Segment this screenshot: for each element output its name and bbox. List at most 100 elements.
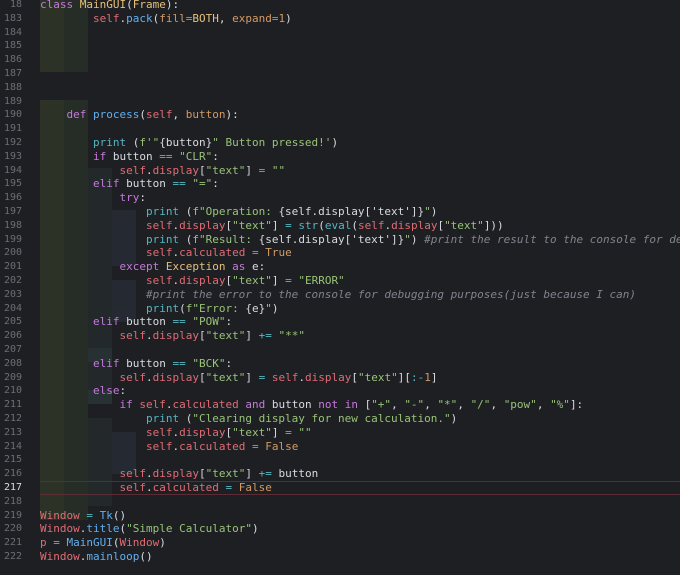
code-text[interactable]: self.display["text"] = self.display["tex… xyxy=(40,371,437,385)
code-line[interactable]: 187 xyxy=(0,67,680,81)
code-line[interactable]: 205 elif button == "POW": xyxy=(0,315,680,329)
code-line[interactable]: 208 elif button == "BCK": xyxy=(0,357,680,371)
code-line[interactable]: 199 print (f"Result: {self.display['text… xyxy=(0,233,680,247)
code-line[interactable]: 206 self.display["text"] += "**" xyxy=(0,329,680,343)
code-text[interactable]: Window = Tk() xyxy=(40,509,126,523)
code-line[interactable]: 186 xyxy=(0,53,680,67)
code-token: [ xyxy=(198,329,206,343)
code-line[interactable]: 201 except Exception as e: xyxy=(0,260,680,274)
code-line[interactable]: 213 self.display["text"] = "" xyxy=(0,426,680,440)
code-token: self xyxy=(119,481,146,494)
code-text[interactable]: print(f"Error: {e}") xyxy=(40,302,278,316)
code-line[interactable]: 218 xyxy=(0,495,680,509)
code-text[interactable]: p = MainGUI(Window) xyxy=(40,536,166,550)
code-line[interactable]: 189 xyxy=(0,95,680,109)
code-text[interactable]: print (f"Operation: {self.display['text'… xyxy=(40,205,437,219)
code-line[interactable]: 219 Window = Tk() xyxy=(0,509,680,523)
code-text[interactable]: self.calculated = True xyxy=(40,246,292,260)
code-text[interactable]: class MainGUI(Frame): xyxy=(40,0,179,12)
code-text[interactable]: try: xyxy=(40,191,146,205)
code-line[interactable]: 184 xyxy=(0,26,680,40)
code-token: . xyxy=(145,163,153,177)
code-editor[interactable]: 18 class MainGUI(Frame): 183 self.pack(fil… xyxy=(0,0,680,575)
code-token: f'" xyxy=(139,136,160,149)
code-line[interactable]: 190 def process(self, button): xyxy=(0,108,680,122)
code-line[interactable]: 221 p = MainGUI(Window) xyxy=(0,536,680,550)
code-line[interactable]: 183 self.pack(fill=BOTH, expand=1) xyxy=(0,12,680,26)
code-token: False xyxy=(265,439,299,453)
code-line[interactable]: 209 self.display["text"] = self.display[… xyxy=(0,371,680,385)
code-line[interactable]: 216 self.display["text"] += button xyxy=(0,467,680,481)
code-line[interactable]: 191 xyxy=(0,122,680,136)
code-token: Exception xyxy=(165,260,226,274)
code-token: "text" xyxy=(232,218,272,232)
line-number: 184 xyxy=(3,26,22,38)
code-text[interactable]: self.display["text"] = "" xyxy=(40,426,312,440)
code-line[interactable]: 200 self.calculated = True xyxy=(0,246,680,260)
code-line[interactable]: 188 xyxy=(0,81,680,95)
code-text[interactable]: elif button == "=": xyxy=(40,177,219,191)
code-text[interactable]: else: xyxy=(40,384,126,398)
code-token: ( xyxy=(318,218,325,232)
code-line[interactable]: 203 #print the error to the console for … xyxy=(0,288,680,302)
code-line[interactable]: 202 self.display["text"] = "ERROR" xyxy=(0,274,680,288)
code-line[interactable]: 204 print(f"Error: {e}") xyxy=(0,302,680,316)
code-text[interactable]: self.display["text"] = "ERROR" xyxy=(40,274,345,288)
code-text[interactable]: elif button == "POW": xyxy=(40,315,232,329)
code-line[interactable]: 196 try: xyxy=(0,191,680,205)
line-number: 218 xyxy=(3,495,22,507)
code-text[interactable]: def process(self, button): xyxy=(40,108,239,122)
code-line[interactable]: 18 class MainGUI(Frame): xyxy=(0,0,680,12)
code-token: , xyxy=(391,398,405,412)
code-text[interactable]: self.calculated = False xyxy=(40,481,271,495)
code-token: ] xyxy=(271,218,286,232)
code-line[interactable]: 220 Window.title("Simple Calculator") xyxy=(0,522,680,536)
code-line[interactable]: 212 print ("Clearing display for new cal… xyxy=(0,412,680,426)
code-text[interactable]: Window.title("Simple Calculator") xyxy=(40,522,259,536)
code-text[interactable]: print (f"Result: {self.display['text']}"… xyxy=(40,233,680,247)
code-line[interactable]: 195 elif button == "=": xyxy=(0,177,680,191)
code-line[interactable]: 217 self.calculated = False xyxy=(0,481,680,495)
code-text[interactable]: if self.calculated and button not in ["+… xyxy=(40,398,583,412)
code-token: self xyxy=(145,425,173,439)
code-text[interactable]: self.display["text"] += "**" xyxy=(40,329,304,343)
code-text[interactable]: except Exception as e: xyxy=(40,260,265,274)
code-line[interactable]: 207 xyxy=(0,343,680,357)
code-token: ] xyxy=(271,274,286,287)
code-token: p xyxy=(40,536,47,550)
code-text[interactable]: self.calculated = False xyxy=(40,440,298,454)
code-token: " xyxy=(265,301,272,315)
code-line[interactable]: 194 self.display["text"] = "" xyxy=(0,164,680,178)
code-line[interactable]: 192 print (f'"{button}" Button pressed!'… xyxy=(0,136,680,150)
code-text[interactable]: self.display["text"] += button xyxy=(40,467,318,481)
code-token: self xyxy=(145,246,173,260)
code-line[interactable]: 222 Window.mainloop() xyxy=(0,550,680,564)
code-token: ]: xyxy=(569,398,584,412)
code-line[interactable]: 211 if self.calculated and button not in… xyxy=(0,398,680,412)
code-text[interactable]: print ("Clearing display for new calcula… xyxy=(40,412,457,426)
code-text[interactable]: print (f'"{button}" Button pressed!') xyxy=(40,136,338,150)
line-number: 214 xyxy=(3,440,22,452)
code-text[interactable]: self.display["text"] = "" xyxy=(40,164,285,178)
code-line[interactable]: 185 xyxy=(0,39,680,53)
code-token: ) xyxy=(285,11,292,25)
code-line[interactable]: 198 self.display["text"] = str(eval(self… xyxy=(0,219,680,233)
code-token: : xyxy=(119,384,127,398)
code-line[interactable]: 193 if button == "CLR": xyxy=(0,150,680,164)
code-token: "Simple Calculator" xyxy=(126,522,252,536)
code-text[interactable]: #print the error to the console for debu… xyxy=(40,288,636,302)
line-number: 202 xyxy=(3,275,22,286)
code-text[interactable]: if button == "CLR": xyxy=(40,150,219,164)
code-line[interactable]: 197 print (f"Operation: {self.display['t… xyxy=(0,205,680,219)
code-line[interactable]: 210 else: xyxy=(0,384,680,398)
code-text[interactable]: self.display["text"] = str(eval(self.dis… xyxy=(40,219,504,233)
code-text[interactable]: elif button == "BCK": xyxy=(40,357,232,371)
code-text[interactable]: Window.mainloop() xyxy=(40,550,153,564)
code-line[interactable]: 214 self.calculated = False xyxy=(0,440,680,454)
code-line[interactable]: 215 xyxy=(0,453,680,467)
code-text[interactable]: self.pack(fill=BOTH, expand=1) xyxy=(40,12,292,26)
